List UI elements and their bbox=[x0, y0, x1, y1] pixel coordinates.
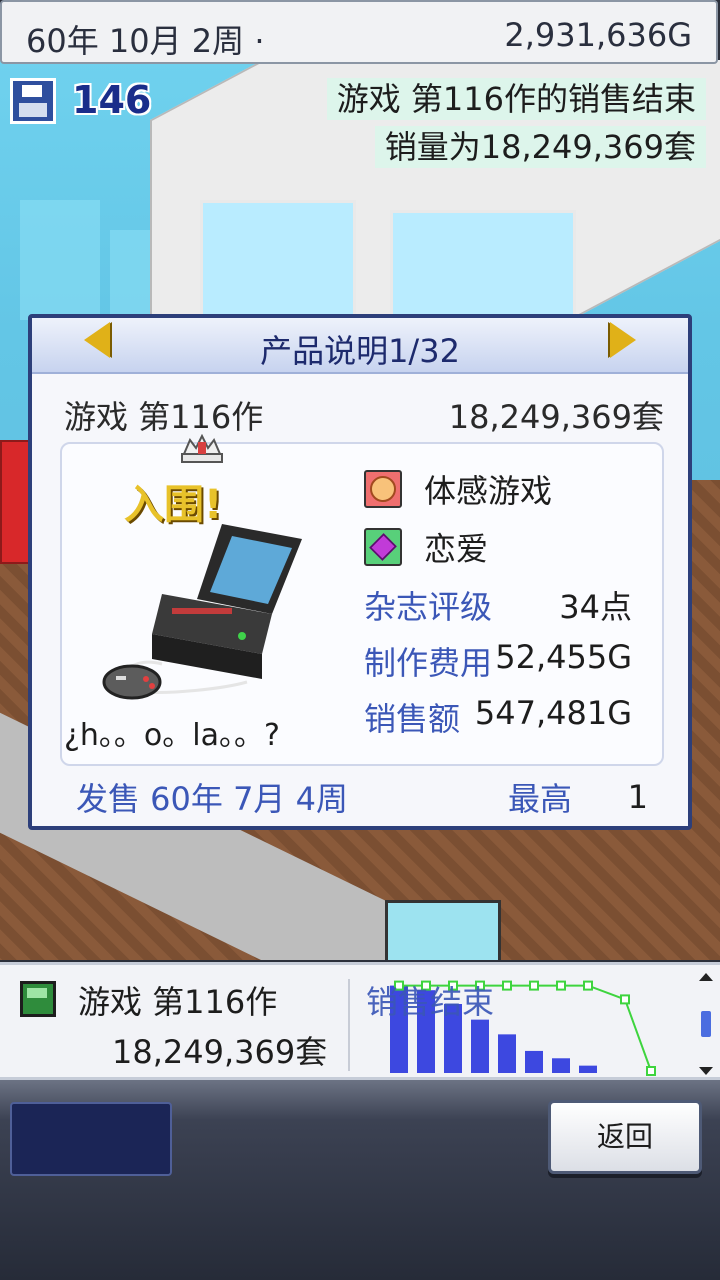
release-date: 发售 60年 7月 4周 bbox=[76, 780, 348, 818]
trend-point bbox=[620, 994, 630, 1005]
list-scrollbar[interactable] bbox=[698, 973, 714, 1075]
sales-bar bbox=[471, 1019, 489, 1073]
face-icon bbox=[364, 470, 402, 508]
notice-line-1: 游戏 第116作的销售结束 bbox=[326, 78, 706, 120]
stat-development-cost: 制作费用 52,455G bbox=[364, 638, 632, 682]
trend-point bbox=[583, 980, 593, 991]
stat-value: 52,455G bbox=[495, 638, 632, 676]
stat-value: 34点 bbox=[559, 588, 632, 626]
sales-bar bbox=[579, 1065, 597, 1073]
product-detail-box: 入围! ¿h。。o。la。。? 体感游戏 恋爱 杂志评级 34点 制作费用 52… bbox=[60, 434, 664, 766]
game-console-icon bbox=[102, 524, 302, 700]
dialog-header: 产品说明1/32 bbox=[32, 318, 688, 374]
sales-bar bbox=[498, 1034, 516, 1073]
sales-bar bbox=[552, 1058, 570, 1073]
product-list-panel[interactable]: 游戏 第116作 18,249,369套 销售结束 bbox=[0, 962, 720, 1080]
aquarium bbox=[385, 900, 501, 960]
trend-point bbox=[556, 980, 566, 991]
scroll-thumb[interactable] bbox=[701, 1011, 711, 1037]
stat-magazine-rating: 杂志评级 34点 bbox=[364, 582, 632, 626]
crown-icon bbox=[181, 434, 223, 463]
product-total-sales: 18,249,369套 bbox=[448, 398, 664, 436]
status-bar: 60年 10月 2周 · 2,931,636G bbox=[0, 0, 718, 64]
genre-label: 体感游戏 bbox=[424, 472, 553, 510]
stat-revenue: 销售额 547,481G bbox=[364, 694, 632, 738]
trend-point bbox=[529, 980, 539, 991]
theme-label: 恋爱 bbox=[424, 530, 489, 568]
scroll-up-icon[interactable] bbox=[699, 973, 713, 981]
back-button[interactable]: 返回 bbox=[548, 1100, 702, 1174]
trend-point bbox=[646, 1066, 656, 1076]
next-arrow-icon[interactable] bbox=[610, 322, 636, 358]
empty-slot bbox=[10, 1102, 172, 1176]
dialog-title: 产品说明1/32 bbox=[260, 332, 460, 370]
product-description-dialog: 产品说明1/32 游戏 第116作 18,249,369套 入围! ¿h。。o。… bbox=[28, 314, 692, 830]
money-amount: 2,931,636G bbox=[504, 16, 692, 54]
sales-bar bbox=[525, 1050, 543, 1073]
genre-row-1: 体感游戏 bbox=[364, 468, 552, 510]
scroll-down-icon[interactable] bbox=[699, 1067, 713, 1075]
platform-name: ¿h。。o。la。。? bbox=[64, 718, 280, 753]
game-date: 60年 10月 2周 · bbox=[26, 22, 265, 60]
game-cartridge-icon bbox=[20, 981, 56, 1017]
best-rank-value: 1 bbox=[627, 778, 648, 816]
fan-count: 146 bbox=[72, 78, 152, 122]
save-disk-icon[interactable] bbox=[10, 78, 56, 124]
gem-icon bbox=[364, 528, 402, 566]
footer-bar: 返回 bbox=[0, 1080, 720, 1280]
stat-value: 547,481G bbox=[474, 694, 632, 732]
trend-point bbox=[502, 980, 512, 991]
stat-label: 销售额 bbox=[364, 700, 461, 738]
genre-row-2: 恋爱 bbox=[364, 526, 488, 568]
list-product-name: 游戏 第116作 bbox=[78, 983, 278, 1021]
product-name: 游戏 第116作 bbox=[64, 398, 264, 436]
stat-label: 杂志评级 bbox=[364, 588, 493, 626]
notice-line-2: 销量为18,249,369套 bbox=[374, 126, 706, 168]
best-rank-label: 最高 bbox=[508, 780, 573, 818]
sales-status: 销售结束 bbox=[366, 983, 495, 1021]
stat-label: 制作费用 bbox=[364, 644, 493, 682]
list-product-sales: 18,249,369套 bbox=[112, 1033, 328, 1071]
